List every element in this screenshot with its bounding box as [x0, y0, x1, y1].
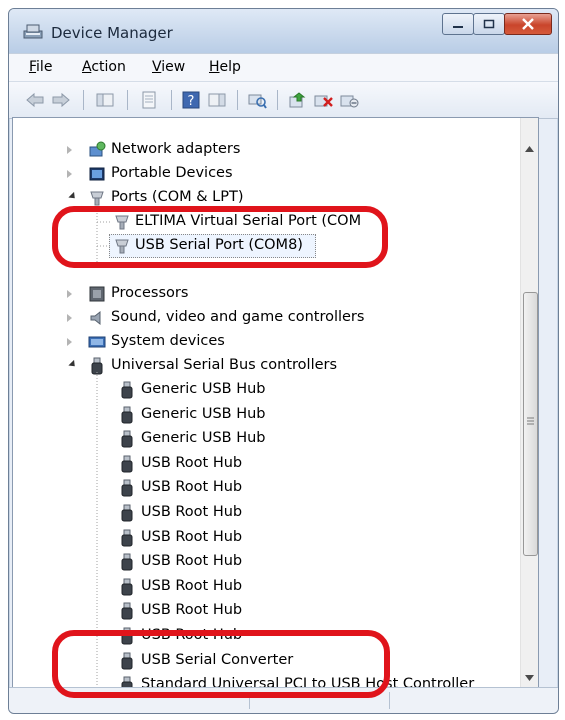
- menu-bar: File Action View Help: [9, 53, 558, 82]
- collapse-arrow-icon[interactable]: [68, 191, 78, 202]
- expand-arrow-icon[interactable]: [67, 290, 72, 298]
- back-icon[interactable]: [25, 91, 45, 109]
- usb-icon: [121, 479, 133, 497]
- title-bar[interactable]: Device Manager: [9, 9, 558, 53]
- expand-arrow-icon[interactable]: [67, 314, 72, 322]
- usb-icon: [121, 381, 133, 399]
- usb-icon: [121, 455, 133, 473]
- expand-arrow-icon[interactable]: [67, 170, 72, 178]
- properties-icon[interactable]: [139, 91, 159, 109]
- maximize-button[interactable]: [473, 13, 505, 35]
- scan-hardware-icon[interactable]: [247, 91, 267, 109]
- usb-icon: [121, 553, 133, 571]
- forward-icon[interactable]: [51, 91, 71, 109]
- show-action-pane-icon[interactable]: [207, 91, 227, 109]
- uninstall-icon[interactable]: [313, 91, 333, 109]
- speaker-icon: [90, 310, 101, 326]
- usb-icon: [121, 504, 133, 522]
- update-driver-icon[interactable]: [287, 91, 307, 109]
- show-hide-console-tree-icon[interactable]: [95, 91, 115, 109]
- toolbar: ?: [9, 81, 558, 119]
- disable-icon[interactable]: [339, 91, 359, 109]
- menu-file[interactable]: File: [29, 59, 52, 75]
- usb-icon: [121, 529, 133, 547]
- usb-icon: [121, 406, 133, 424]
- maximize-icon: [483, 19, 495, 29]
- processor-icon: [89, 286, 105, 302]
- device-tree[interactable]: Network adapters Portable Devices Ports …: [12, 117, 539, 690]
- menu-help[interactable]: Help: [209, 59, 241, 75]
- device-manager-window: Device Manager File Action View Help ? N…: [8, 8, 559, 714]
- port-icon: [90, 191, 104, 206]
- scroll-down-icon[interactable]: [525, 675, 534, 681]
- usb-icon: [121, 430, 133, 448]
- device-manager-icon: [23, 24, 43, 39]
- usb-icon: [121, 602, 133, 620]
- svg-text:?: ?: [188, 94, 195, 109]
- portable-device-icon: [89, 167, 105, 181]
- help-icon[interactable]: ?: [181, 91, 201, 109]
- menu-view[interactable]: View: [152, 59, 185, 75]
- highlight-usb-serial-converter: [52, 630, 390, 698]
- minimize-button[interactable]: [442, 13, 474, 35]
- scrollbar-thumb[interactable]: [523, 292, 538, 556]
- usb-icon: [91, 357, 103, 375]
- grip-icon: [527, 417, 534, 425]
- close-button[interactable]: [504, 13, 552, 35]
- vertical-scrollbar[interactable]: [520, 118, 538, 689]
- network-adapter-icon: [89, 141, 106, 157]
- usb-icon: [121, 578, 133, 596]
- expand-arrow-icon[interactable]: [67, 146, 72, 154]
- scroll-up-icon[interactable]: [525, 146, 534, 152]
- highlight-usb-serial-port: [52, 206, 388, 268]
- window-title: Device Manager: [51, 24, 173, 42]
- collapse-arrow-icon[interactable]: [68, 359, 78, 370]
- menu-action[interactable]: Action: [82, 59, 126, 75]
- minimize-icon: [453, 26, 463, 28]
- system-device-icon: [88, 336, 106, 348]
- expand-arrow-icon[interactable]: [67, 338, 72, 346]
- close-icon: [522, 18, 534, 30]
